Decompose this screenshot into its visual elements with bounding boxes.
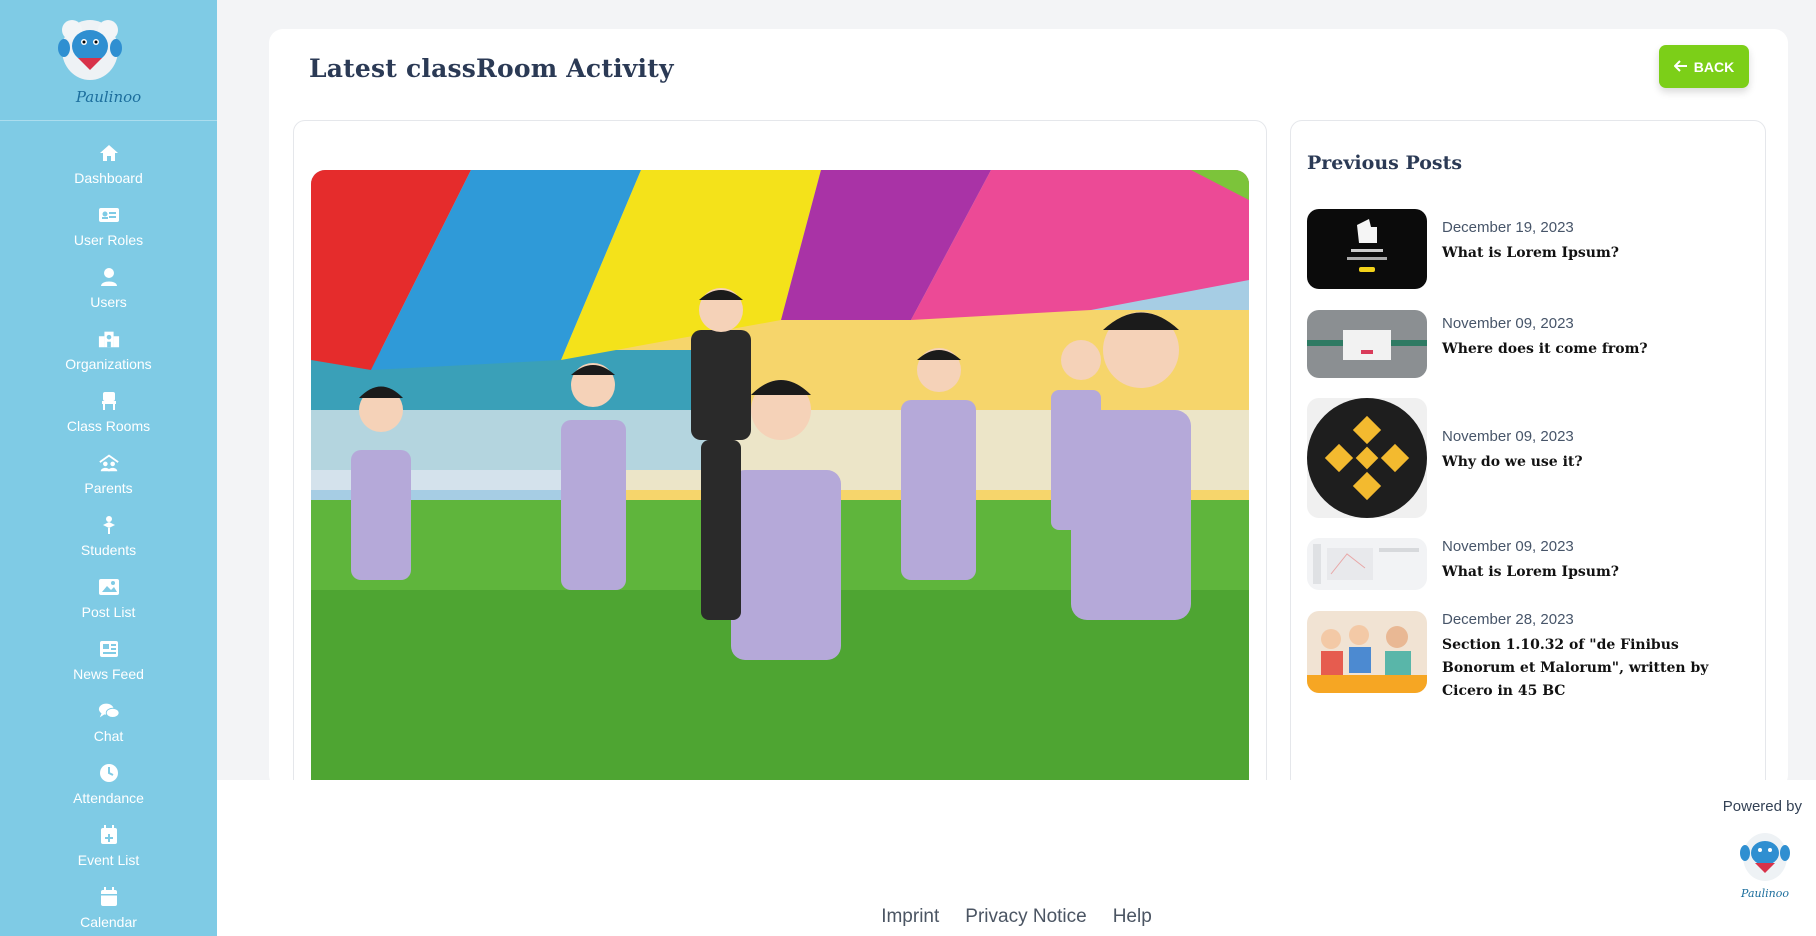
- post-date: November 09, 2023: [1442, 428, 1574, 445]
- calendar-plus-icon: [98, 824, 120, 846]
- post-title[interactable]: Where does it come from?: [1442, 338, 1732, 361]
- sidebar-nav: Dashboard User Roles Users Organizations…: [0, 142, 217, 936]
- post-title[interactable]: What is Lorem Ipsum?: [1442, 561, 1732, 584]
- post-date: December 19, 2023: [1442, 219, 1574, 236]
- post-date: December 28, 2023: [1442, 611, 1574, 628]
- sidebar-item-attendance[interactable]: Attendance: [0, 762, 217, 824]
- post-thumbnail: [1307, 538, 1427, 590]
- post-title[interactable]: Section 1.10.32 of "de Finibus Bonorum e…: [1442, 634, 1732, 703]
- id-card-icon: [98, 204, 120, 226]
- footer: Powered by Paulinoo Imprint Privacy Noti…: [217, 780, 1816, 936]
- footer-links: Imprint Privacy Notice Help: [217, 906, 1816, 928]
- sidebar-item-user-roles[interactable]: User Roles: [0, 204, 217, 266]
- sidebar-item-label: Attendance: [73, 790, 144, 806]
- post-title[interactable]: What is Lorem Ipsum?: [1442, 242, 1732, 265]
- sidebar-item-label: Dashboard: [74, 170, 143, 186]
- sidebar: Paulinoo Dashboard User Roles Users Orga…: [0, 0, 217, 936]
- post-date: November 09, 2023: [1442, 538, 1574, 555]
- brand-logo[interactable]: Paulinoo: [0, 0, 217, 121]
- sidebar-item-organizations[interactable]: Organizations: [0, 328, 217, 390]
- sidebar-item-dashboard[interactable]: Dashboard: [0, 142, 217, 204]
- sidebar-item-label: Users: [90, 294, 127, 310]
- sidebar-item-label: Event List: [77, 852, 140, 868]
- sheep-logo-icon: [58, 20, 122, 80]
- powered-by: Powered by Paulinoo: [1723, 798, 1802, 903]
- school-icon: [98, 328, 120, 350]
- sidebar-item-parents[interactable]: Parents: [0, 452, 217, 514]
- arrow-left-icon: [1673, 59, 1688, 75]
- sidebar-item-label: Calendar: [80, 914, 137, 930]
- sidebar-item-students[interactable]: Students: [0, 514, 217, 576]
- sidebar-item-label: Post List: [81, 604, 136, 620]
- clock-icon: [98, 762, 120, 784]
- sidebar-item-label: Chat: [93, 728, 124, 744]
- powered-by-label: Powered by: [1722, 798, 1802, 815]
- post-title[interactable]: Why do we use it?: [1442, 451, 1732, 474]
- post-date: November 09, 2023: [1442, 315, 1574, 332]
- images-icon: [98, 576, 120, 598]
- sidebar-item-calendar[interactable]: Calendar: [0, 886, 217, 936]
- sidebar-item-news-feed[interactable]: News Feed: [0, 638, 217, 700]
- sidebar-item-label: Parents: [84, 480, 133, 496]
- sheep-logo-icon: Paulinoo: [1739, 833, 1790, 900]
- svg-text:Paulinoo: Paulinoo: [1740, 887, 1789, 900]
- chair-icon: [98, 390, 120, 412]
- post-thumbnail: [1307, 398, 1427, 518]
- parents-icon: [98, 452, 120, 474]
- calendar-icon: [98, 886, 120, 908]
- user-icon: [98, 266, 120, 288]
- footer-link-help[interactable]: Help: [1113, 906, 1152, 928]
- sidebar-item-label: Students: [80, 542, 137, 558]
- footer-link-privacy-notice[interactable]: Privacy Notice: [965, 906, 1086, 928]
- sidebar-item-post-list[interactable]: Post List: [0, 576, 217, 638]
- home-icon: [98, 142, 120, 164]
- brand-name: Paulinoo: [75, 88, 142, 106]
- footer-link-imprint[interactable]: Imprint: [881, 906, 939, 928]
- chat-icon: [98, 700, 120, 722]
- post-thumbnail: [1307, 209, 1427, 289]
- newspaper-icon: [98, 638, 120, 660]
- post-thumbnail: [1307, 310, 1427, 378]
- sidebar-item-label: News Feed: [73, 666, 144, 682]
- sidebar-item-label: User Roles: [73, 232, 144, 248]
- sidebar-item-label: Class Rooms: [66, 418, 151, 434]
- back-button-label: BACK: [1693, 58, 1735, 75]
- sidebar-item-event-list[interactable]: Event List: [0, 824, 217, 886]
- post-image: [311, 170, 1249, 780]
- page-title: Latest classRoom Activity: [309, 54, 674, 83]
- student-icon: [98, 514, 120, 536]
- sidebar-item-label: Organizations: [65, 356, 152, 372]
- back-button[interactable]: BACK: [1659, 45, 1749, 88]
- sidebar-item-class-rooms[interactable]: Class Rooms: [0, 390, 217, 452]
- post-thumbnail: [1307, 611, 1427, 693]
- previous-posts-title: Previous Posts: [1307, 152, 1463, 174]
- sidebar-item-chat[interactable]: Chat: [0, 700, 217, 762]
- sidebar-item-users[interactable]: Users: [0, 266, 217, 328]
